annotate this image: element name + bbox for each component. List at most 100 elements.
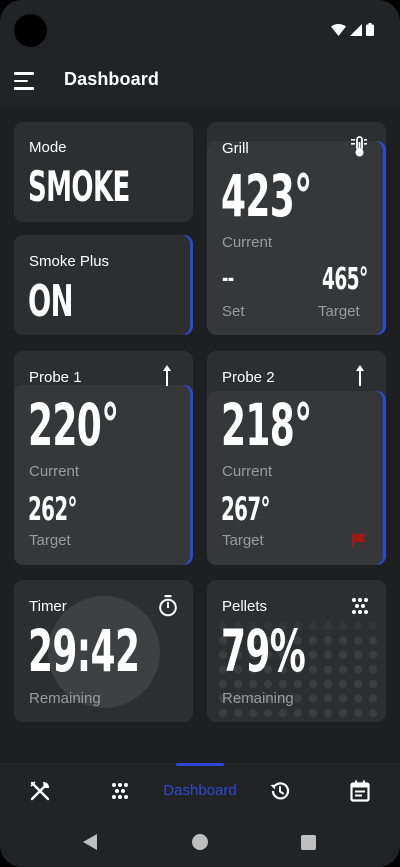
probe2-target-label: Target [222,532,264,549]
nav-item-pellets[interactable] [100,763,140,818]
smoke-plus-card[interactable]: Smoke Plus ON [14,235,193,335]
probe2-card[interactable]: Probe 2 218° Current 267° Target [207,351,386,565]
pellet-dot [368,636,378,645]
bottom-navigation: Dashboard [0,763,400,818]
nav-item-calendar[interactable] [340,763,380,818]
grill-set-value: -- [222,267,234,292]
pellet-dot [308,636,318,645]
grill-card[interactable]: Grill 423° Current -- Set 465° Target [207,122,386,335]
grill-label: Grill [222,140,249,157]
pellet-dot [368,708,378,718]
pellets-card[interactable]: Pellets 79% Remaining [207,580,386,722]
calendar-icon [350,780,370,802]
pellet-dot [368,650,378,660]
pellet-dot [308,665,318,674]
home-icon[interactable] [190,832,210,852]
probe1-target-value: 262° [28,490,77,528]
probe2-label: Probe 2 [222,369,275,386]
pellet-dot [323,708,333,718]
pellet-dot [353,621,363,631]
smoke-plus-label: Smoke Plus [29,253,110,270]
probe-icon [160,365,174,387]
pellet-dot [353,636,363,645]
pellet-dot [368,665,378,674]
probe2-current-label: Current [222,463,273,480]
thermometer-icon [350,136,368,158]
pellet-dot [323,636,333,645]
grill-current-label: Current [222,234,273,251]
mode-card[interactable]: Mode SMOKE [14,122,193,222]
smoke-plus-value: ON [28,276,73,327]
pellet-dot [308,679,318,689]
status-bar [0,0,400,56]
pellet-dot [338,621,348,631]
back-icon[interactable] [80,832,100,852]
pellet-dot [353,650,363,660]
grill-current-value: 423° [221,162,312,230]
pellet-dot [338,636,348,645]
app-bar: Dashboard [0,56,400,106]
flag-icon[interactable] [351,531,369,549]
signal-icon [350,23,362,36]
pellet-dot [308,621,318,631]
timer-card[interactable]: Timer 29:42 Remaining [14,580,193,722]
pellets-value: 79% [221,617,306,685]
timer-remaining-label: Remaining [29,690,101,707]
battery-icon [366,23,374,36]
grill-target-label: Target [318,303,360,320]
pellet-dot [353,679,363,689]
pellet-dot [338,708,348,718]
nav-label-dashboard: Dashboard [163,782,237,799]
system-navigation-bar [0,818,400,867]
history-icon [270,781,290,799]
pellet-dot [353,708,363,718]
timer-value: 29:42 [28,617,140,685]
pellets-icon [112,782,128,799]
nav-item-recipes[interactable] [20,763,60,818]
pellet-dot [368,694,378,703]
utensils-icon [30,780,50,800]
pellets-icon [350,596,370,616]
pellet-dot [308,694,318,703]
grill-target-value: 465° [322,262,368,297]
wifi-icon [331,23,346,36]
stopwatch-icon[interactable] [157,595,179,617]
pellet-dot [293,708,303,718]
probe1-target-label: Target [29,532,71,549]
pellet-dot [293,694,303,703]
menu-icon[interactable] [14,68,40,94]
probe1-card[interactable]: Probe 1 220° Current 262° Target [14,351,193,565]
phone-screen: Dashboard Mode SMOKE Smoke Plus ON Grill… [0,0,400,867]
mode-value: SMOKE [28,162,130,211]
pellet-dot [218,708,228,718]
pellet-dot [338,679,348,689]
pellet-dot [323,679,333,689]
pellet-dot [323,650,333,660]
status-icons [331,23,374,36]
pellet-dot [338,694,348,703]
pellet-dot [233,708,243,718]
pellet-dot [323,665,333,674]
pellet-dot [278,708,288,718]
nav-item-dashboard[interactable]: Dashboard [160,763,240,818]
pellet-dot [323,621,333,631]
pellet-dot [368,621,378,631]
probe-icon [353,365,367,387]
probe2-target-value: 267° [221,490,270,528]
recents-icon[interactable] [298,832,318,852]
grill-set-label: Set [222,303,245,320]
probe1-label: Probe 1 [29,369,82,386]
nav-item-history[interactable] [260,763,300,818]
pellet-dot [323,694,333,703]
pellet-dot [263,708,273,718]
pellets-remaining-label: Remaining [222,690,294,707]
probe1-current-value: 220° [28,391,119,459]
pellet-dot [338,650,348,660]
front-camera [14,14,47,47]
pellet-dot [248,708,258,718]
timer-label: Timer [29,598,67,615]
page-title: Dashboard [64,69,159,89]
pellets-label: Pellets [222,598,268,615]
pellet-dot [308,650,318,660]
pellet-dot [338,665,348,674]
